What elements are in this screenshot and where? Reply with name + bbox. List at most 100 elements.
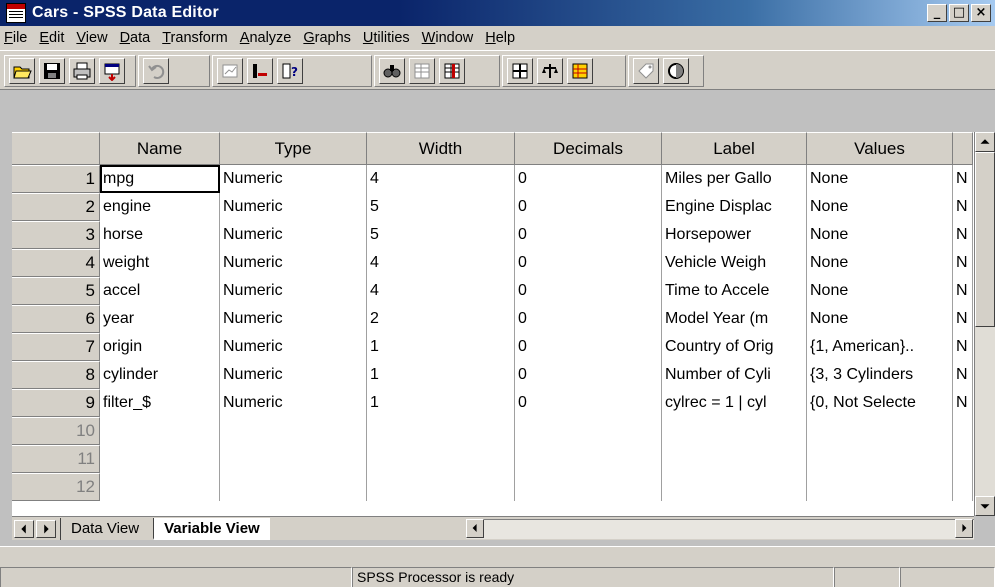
column-header-values[interactable]: Values — [807, 132, 953, 165]
goto-case-icon[interactable] — [247, 58, 273, 84]
cell-width[interactable] — [367, 445, 515, 473]
row-number[interactable]: 4 — [12, 249, 100, 277]
scroll-up-arrow-icon[interactable] — [975, 132, 995, 152]
cell-decimals[interactable]: 0 — [515, 221, 662, 249]
find-icon[interactable] — [379, 58, 405, 84]
cell-type[interactable]: Numeric — [220, 165, 367, 193]
variables-icon[interactable]: ? — [277, 58, 303, 84]
tab-next-icon[interactable] — [36, 519, 56, 538]
cell-missing[interactable]: N — [953, 277, 973, 305]
menu-help[interactable]: Help — [485, 30, 515, 46]
cell-type[interactable]: Numeric — [220, 193, 367, 221]
tab-prev-icon[interactable] — [14, 519, 34, 538]
cell-missing[interactable]: N — [953, 193, 973, 221]
minimize-button[interactable]: _ — [927, 4, 947, 22]
cell-decimals[interactable] — [515, 445, 662, 473]
select-cases-icon[interactable] — [567, 58, 593, 84]
cell-width[interactable]: 5 — [367, 221, 515, 249]
grid-corner[interactable] — [12, 132, 100, 165]
cell-values[interactable]: {0, Not Selecte — [807, 389, 953, 417]
cell-type[interactable]: Numeric — [220, 361, 367, 389]
cell-type[interactable]: Numeric — [220, 305, 367, 333]
tab-variable-view[interactable]: Variable View — [153, 517, 270, 540]
column-header-width[interactable]: Width — [367, 132, 515, 165]
column-header-missing[interactable] — [953, 132, 973, 165]
cell-values[interactable]: None — [807, 305, 953, 333]
tab-data-view[interactable]: Data View — [60, 517, 149, 540]
cell-name[interactable]: horse — [100, 221, 220, 249]
cell-values[interactable]: None — [807, 277, 953, 305]
cell-name[interactable]: origin — [100, 333, 220, 361]
cell-type[interactable]: Numeric — [220, 277, 367, 305]
cell-decimals[interactable]: 0 — [515, 165, 662, 193]
cell-missing[interactable] — [953, 417, 973, 445]
cell-label[interactable]: Country of Orig — [662, 333, 807, 361]
open-folder-icon[interactable] — [9, 58, 35, 84]
cell-label[interactable]: Model Year (m — [662, 305, 807, 333]
insert-variable-icon[interactable] — [439, 58, 465, 84]
column-header-label[interactable]: Label — [662, 132, 807, 165]
cell-label[interactable]: Engine Displac — [662, 193, 807, 221]
cell-type[interactable] — [220, 417, 367, 445]
cell-width[interactable]: 2 — [367, 305, 515, 333]
cell-width[interactable]: 1 — [367, 361, 515, 389]
menu-analyze[interactable]: Analyze — [240, 30, 292, 46]
menu-view[interactable]: View — [76, 30, 107, 46]
cell-name[interactable] — [100, 473, 220, 501]
split-file-icon[interactable] — [507, 58, 533, 84]
cell-values[interactable]: None — [807, 165, 953, 193]
cell-name[interactable]: year — [100, 305, 220, 333]
cell-decimals[interactable]: 0 — [515, 249, 662, 277]
cell-values[interactable]: None — [807, 193, 953, 221]
vertical-scrollbar[interactable] — [974, 132, 995, 516]
save-disk-icon[interactable] — [39, 58, 65, 84]
cell-name[interactable]: weight — [100, 249, 220, 277]
cell-width[interactable] — [367, 417, 515, 445]
horizontal-scrollbar[interactable] — [466, 519, 974, 539]
row-number[interactable]: 12 — [12, 473, 100, 501]
cell-name[interactable]: cylinder — [100, 361, 220, 389]
row-number[interactable]: 7 — [12, 333, 100, 361]
scroll-right-arrow-icon[interactable] — [955, 519, 973, 538]
cell-values[interactable] — [807, 417, 953, 445]
cell-decimals[interactable]: 0 — [515, 277, 662, 305]
menu-file[interactable]: File — [4, 30, 27, 46]
cell-label[interactable]: cylrec = 1 | cyl — [662, 389, 807, 417]
cell-missing[interactable]: N — [953, 165, 973, 193]
row-number[interactable]: 2 — [12, 193, 100, 221]
cell-name[interactable]: accel — [100, 277, 220, 305]
weight-cases-icon[interactable] — [537, 58, 563, 84]
dialog-recall-icon[interactable] — [99, 58, 125, 84]
row-number[interactable]: 3 — [12, 221, 100, 249]
cell-decimals[interactable]: 0 — [515, 333, 662, 361]
cell-decimals[interactable]: 0 — [515, 389, 662, 417]
cell-decimals[interactable]: 0 — [515, 193, 662, 221]
cell-type[interactable]: Numeric — [220, 249, 367, 277]
cell-values[interactable] — [807, 473, 953, 501]
row-number[interactable]: 11 — [12, 445, 100, 473]
cell-label[interactable]: Time to Accele — [662, 277, 807, 305]
row-number[interactable]: 1 — [12, 165, 100, 193]
insert-case-icon[interactable] — [409, 58, 435, 84]
cell-label[interactable] — [662, 445, 807, 473]
cell-width[interactable]: 4 — [367, 277, 515, 305]
cell-values[interactable]: None — [807, 249, 953, 277]
menu-utilities[interactable]: Utilities — [363, 30, 410, 46]
column-header-name[interactable]: Name — [100, 132, 220, 165]
cell-missing[interactable]: N — [953, 305, 973, 333]
cell-decimals[interactable] — [515, 473, 662, 501]
maximize-button[interactable]: □ — [949, 4, 969, 22]
cell-label[interactable] — [662, 473, 807, 501]
cell-label[interactable]: Horsepower — [662, 221, 807, 249]
cell-values[interactable]: None — [807, 221, 953, 249]
cell-width[interactable]: 1 — [367, 389, 515, 417]
cell-decimals[interactable] — [515, 417, 662, 445]
cell-decimals[interactable]: 0 — [515, 361, 662, 389]
value-labels-icon[interactable] — [633, 58, 659, 84]
cell-width[interactable] — [367, 473, 515, 501]
cell-type[interactable] — [220, 473, 367, 501]
row-number[interactable]: 5 — [12, 277, 100, 305]
cell-label[interactable]: Miles per Gallo — [662, 165, 807, 193]
cell-label[interactable]: Number of Cyli — [662, 361, 807, 389]
row-number[interactable]: 9 — [12, 389, 100, 417]
